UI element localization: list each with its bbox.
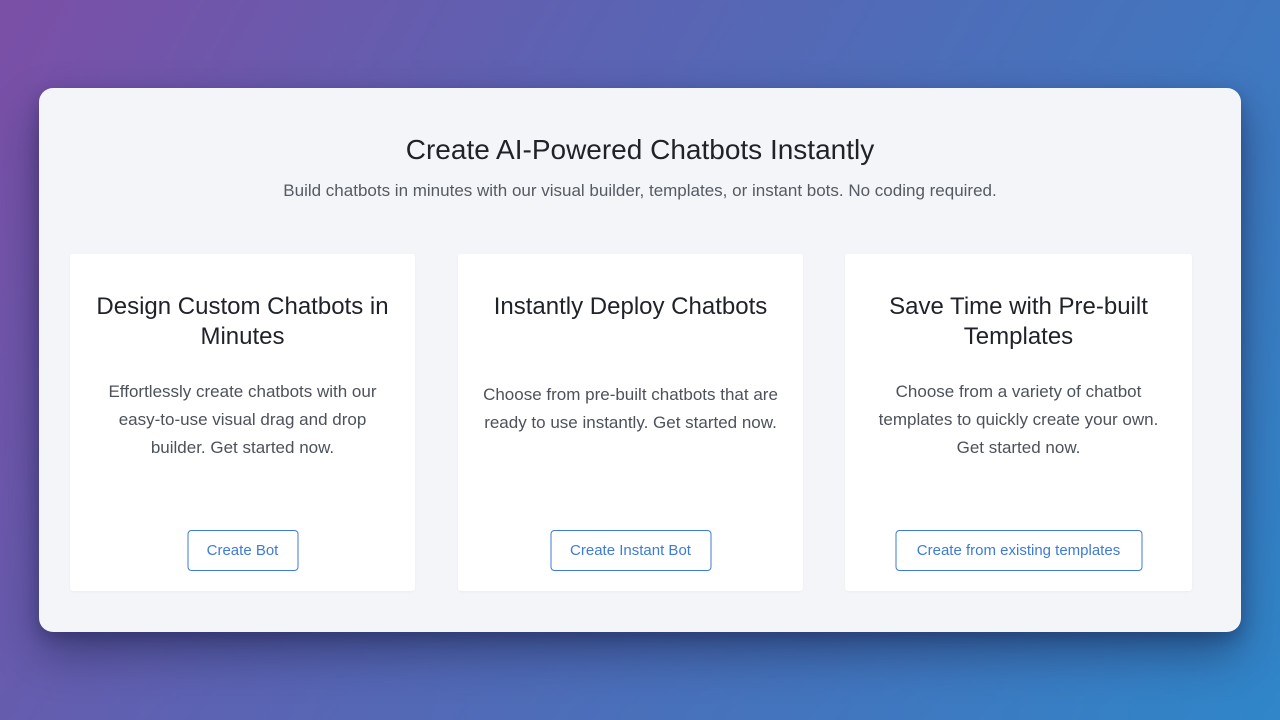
page-title: Create AI-Powered Chatbots Instantly bbox=[405, 134, 875, 165]
create-bot-button[interactable]: Create Bot bbox=[187, 530, 298, 571]
card-title: Instantly Deploy Chatbots bbox=[493, 293, 768, 320]
create-from-templates-button[interactable]: Create from existing templates bbox=[895, 530, 1142, 571]
card-description: Choose from pre-built chatbots that are … bbox=[483, 385, 778, 432]
card-description: Effortlessly create chatbots with our ea… bbox=[108, 382, 377, 457]
card-title: Save Time with Pre-built Templates bbox=[889, 293, 1148, 350]
main-panel: Create AI-Powered Chatbots Instantly Bui… bbox=[39, 88, 1241, 632]
card-templates: Save Time with Pre-built Templates Choos… bbox=[845, 254, 1192, 591]
create-instant-bot-button[interactable]: Create Instant Bot bbox=[550, 530, 711, 571]
card-custom-chatbots: Design Custom Chatbots in Minutes Effort… bbox=[70, 254, 415, 591]
page-subtitle: Build chatbots in minutes with our visua… bbox=[283, 181, 997, 200]
card-instant-chatbots: Instantly Deploy Chatbots Choose from pr… bbox=[458, 254, 803, 591]
card-title: Design Custom Chatbots in Minutes bbox=[96, 293, 389, 350]
card-description: Choose from a variety of chatbot templat… bbox=[878, 382, 1159, 457]
